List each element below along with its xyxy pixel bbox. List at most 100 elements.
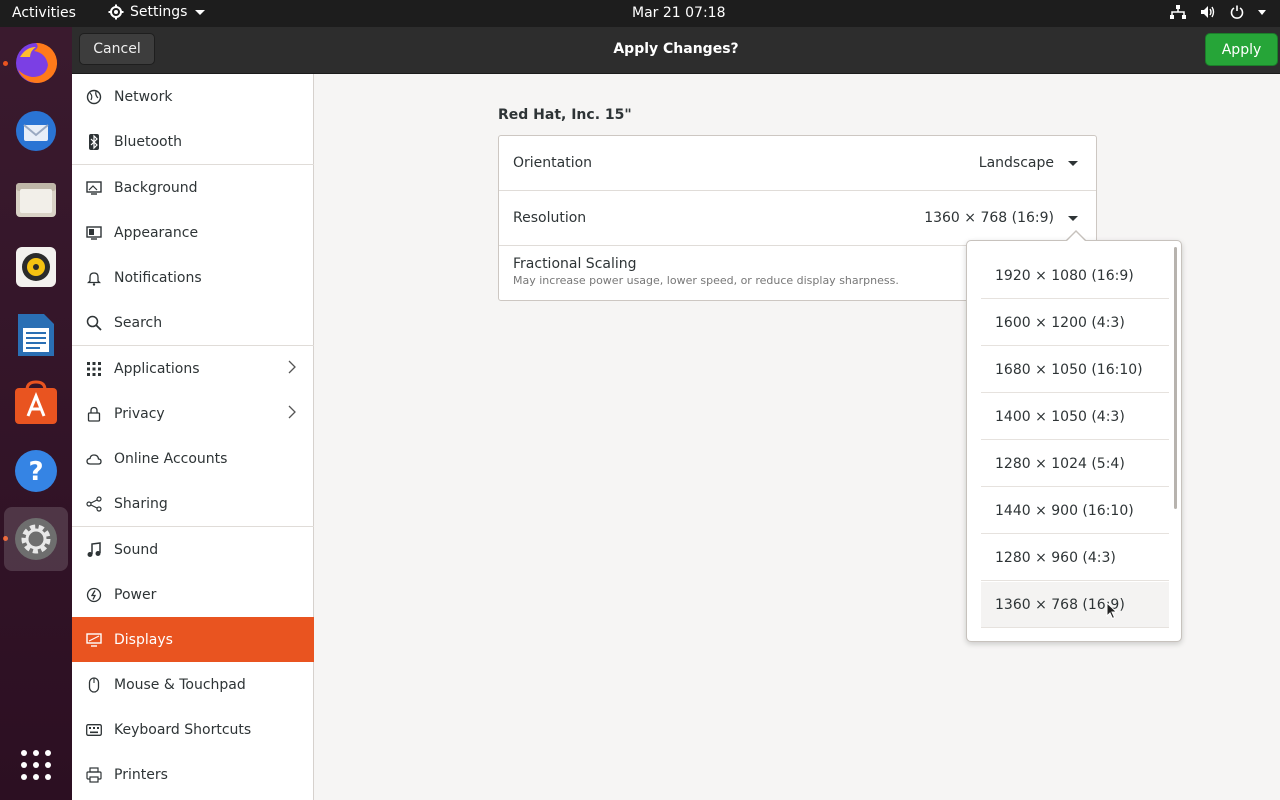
cloud-icon — [86, 451, 102, 467]
sidebar-item-applications[interactable]: Applications — [72, 346, 314, 391]
sidebar-item-label: Appearance — [114, 224, 199, 241]
resolution-option[interactable]: 1400 × 1050 (4:3) — [981, 394, 1169, 440]
system-tray[interactable] — [1170, 5, 1266, 19]
sidebar-item-displays[interactable]: Displays — [72, 617, 314, 662]
sidebar-item-label: Mouse & Touchpad — [114, 676, 246, 693]
dock-firefox[interactable] — [4, 31, 68, 95]
sidebar-item-label: Applications — [114, 360, 200, 377]
sidebar-item-label: Displays — [114, 631, 173, 648]
bell-icon — [86, 270, 102, 286]
display-icon — [86, 632, 102, 648]
chevron-down-icon — [195, 9, 206, 15]
sidebar-item-label: Sharing — [114, 495, 168, 512]
chevron-down-icon — [1068, 161, 1078, 166]
cancel-button[interactable]: Cancel — [79, 33, 155, 65]
rhythmbox-icon — [16, 247, 56, 287]
printer-icon — [86, 766, 102, 783]
sidebar-item-background[interactable]: Background — [72, 165, 314, 210]
thunderbird-icon — [16, 111, 56, 151]
sidebar-item-label: Sound — [114, 541, 159, 558]
apply-button[interactable]: Apply — [1205, 33, 1278, 66]
header-bar: Cancel Apply Changes? Apply — [72, 27, 1280, 74]
mouse-icon — [86, 676, 102, 693]
sidebar-item-privacy[interactable]: Privacy — [72, 391, 314, 436]
sidebar-item-sound[interactable]: Sound — [72, 527, 314, 572]
resolution-option[interactable]: 1920 × 1080 (16:9) — [981, 253, 1169, 299]
sidebar-item-appearance[interactable]: Appearance — [72, 210, 314, 255]
dialog-title: Apply Changes? — [613, 41, 739, 57]
show-applications-button[interactable] — [4, 733, 68, 797]
sidebar-item-power[interactable]: Power — [72, 572, 314, 617]
resolution-option[interactable]: 1280 × 960 (4:3) — [981, 535, 1169, 581]
music-note-icon — [86, 541, 102, 558]
resolution-row[interactable]: Resolution 1360 × 768 (16:9) — [499, 191, 1096, 246]
fractional-scaling-label: Fractional Scaling — [513, 256, 637, 272]
sidebar-item-mouse-touchpad[interactable]: Mouse & Touchpad — [72, 662, 314, 707]
dock-libreoffice-writer[interactable] — [4, 303, 68, 367]
sidebar-item-bluetooth[interactable]: Bluetooth — [72, 119, 314, 164]
sidebar-item-label: Notifications — [114, 269, 202, 286]
dock-files[interactable] — [4, 167, 68, 231]
activities-button[interactable]: Activities — [12, 5, 76, 21]
mouse-pointer-icon — [1106, 602, 1118, 620]
resolution-option[interactable]: 1360 × 768 (16:9) — [981, 582, 1169, 628]
dock-ubuntu-software[interactable] — [4, 371, 68, 435]
power-icon — [1230, 5, 1244, 19]
dock: ? — [0, 27, 72, 800]
help-icon: ? — [15, 450, 57, 492]
background-icon — [86, 180, 102, 196]
sidebar-item-label: Bluetooth — [114, 133, 182, 150]
sidebar-item-network[interactable]: Network — [72, 74, 314, 119]
dock-help[interactable]: ? — [4, 439, 68, 503]
orientation-row[interactable]: Orientation Landscape — [499, 136, 1096, 191]
firefox-icon — [16, 42, 58, 83]
app-menu-label: Settings — [130, 4, 188, 20]
show-applications-icon — [21, 750, 51, 780]
resolution-option[interactable]: 1600 × 1200 (4:3) — [981, 300, 1169, 346]
popover-arrow-fill — [1067, 232, 1085, 241]
top-bar: Activities Settings Mar 21 07:18 — [0, 0, 1280, 27]
resolution-option[interactable]: 1440 × 900 (16:10) — [981, 488, 1169, 534]
sidebar-item-online-accounts[interactable]: Online Accounts — [72, 436, 314, 481]
appearance-icon — [86, 225, 102, 241]
sidebar-item-label: Printers — [114, 766, 168, 783]
sidebar-item-printers[interactable]: Printers — [72, 752, 314, 797]
sidebar-item-label: Power — [114, 586, 157, 603]
power-icon — [86, 587, 102, 603]
sidebar-item-notifications[interactable]: Notifications — [72, 255, 314, 300]
files-icon — [16, 183, 56, 217]
chevron-down-icon — [1068, 216, 1078, 221]
orientation-value: Landscape — [978, 155, 1054, 171]
volume-icon — [1201, 6, 1215, 18]
sidebar-item-label: Network — [114, 88, 173, 105]
sidebar-item-search[interactable]: Search — [72, 300, 314, 345]
sidebar-item-label: Privacy — [114, 405, 165, 422]
resolution-dropdown: 1920 × 1080 (16:9) 1600 × 1200 (4:3) 168… — [966, 240, 1182, 642]
dock-thunderbird[interactable] — [4, 99, 68, 163]
dock-settings[interactable] — [4, 507, 68, 571]
monitor-name: Red Hat, Inc. 15" — [498, 107, 632, 123]
resolution-label: Resolution — [513, 210, 587, 226]
chevron-right-icon — [288, 360, 296, 378]
gear-icon — [108, 4, 124, 20]
sidebar-item-label: Background — [114, 179, 198, 196]
resolution-option[interactable]: 1280 × 1024 (5:4) — [981, 441, 1169, 487]
resolution-option[interactable]: 1680 × 1050 (16:10) — [981, 347, 1169, 393]
sidebar-item-keyboard-shortcuts[interactable]: Keyboard Shortcuts — [72, 707, 314, 752]
svg-text:?: ? — [28, 457, 43, 487]
settings-sidebar: Network Bluetooth Background Appearance … — [72, 74, 314, 800]
software-store-icon — [15, 380, 57, 424]
dock-rhythmbox[interactable] — [4, 235, 68, 299]
network-icon — [1170, 5, 1186, 19]
sidebar-item-label: Search — [114, 314, 163, 331]
app-menu[interactable]: Settings — [108, 4, 206, 20]
chevron-down-icon — [1258, 9, 1266, 15]
writer-icon — [18, 314, 54, 356]
scrollbar[interactable] — [1174, 247, 1177, 509]
bluetooth-icon — [86, 133, 102, 150]
sidebar-item-sharing[interactable]: Sharing — [72, 481, 314, 526]
settings-icon — [15, 518, 57, 560]
clock[interactable]: Mar 21 07:18 — [632, 5, 725, 21]
resolution-value: 1360 × 768 (16:9) — [924, 210, 1054, 226]
keyboard-icon — [86, 722, 102, 738]
